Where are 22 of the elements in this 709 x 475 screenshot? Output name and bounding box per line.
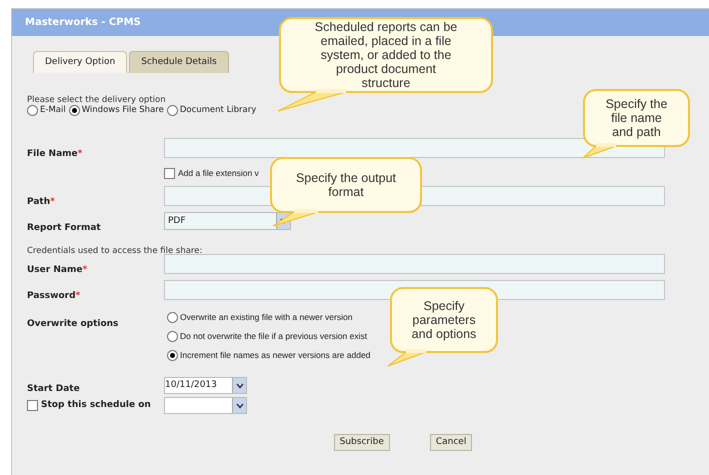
checkbox-label: Stop this schedule on <box>41 398 151 412</box>
radio-label: Do not overwrite the file if a previous version exist <box>180 330 368 343</box>
field-label: Report Format <box>27 223 101 233</box>
callout-text: Specify the output format <box>294 171 398 199</box>
delivery-prompt: Please select the delivery option <box>27 95 166 105</box>
callout-text: Specify the file name and path <box>604 97 668 139</box>
radio-label: Overwrite an existing file with a newer version <box>180 311 352 324</box>
callout-text: Scheduled reports can be emailed, placed in a file system, or added to the product document structure <box>314 20 458 90</box>
radio-label: E-Mail <box>40 104 66 116</box>
window-title: Masterworks - CPMS <box>25 16 141 30</box>
field-label: Password* <box>27 291 80 301</box>
field-label: Overwrite options <box>27 319 118 329</box>
field-label: User Name* <box>27 265 88 275</box>
field-label: File Name* <box>27 149 82 159</box>
radio-label: Document Library <box>180 104 256 116</box>
field-label: Path* <box>27 197 55 207</box>
field-label: Start Date <box>27 384 80 394</box>
checkbox-label: Add a file extension v <box>178 166 259 180</box>
radio-label: Windows File Share <box>82 104 164 116</box>
callout-text: Specify parameters and options <box>410 299 478 341</box>
radio-label: Increment file names as newer versions are added <box>180 349 370 362</box>
section-note: Credentials used to access the file share: <box>27 246 202 256</box>
